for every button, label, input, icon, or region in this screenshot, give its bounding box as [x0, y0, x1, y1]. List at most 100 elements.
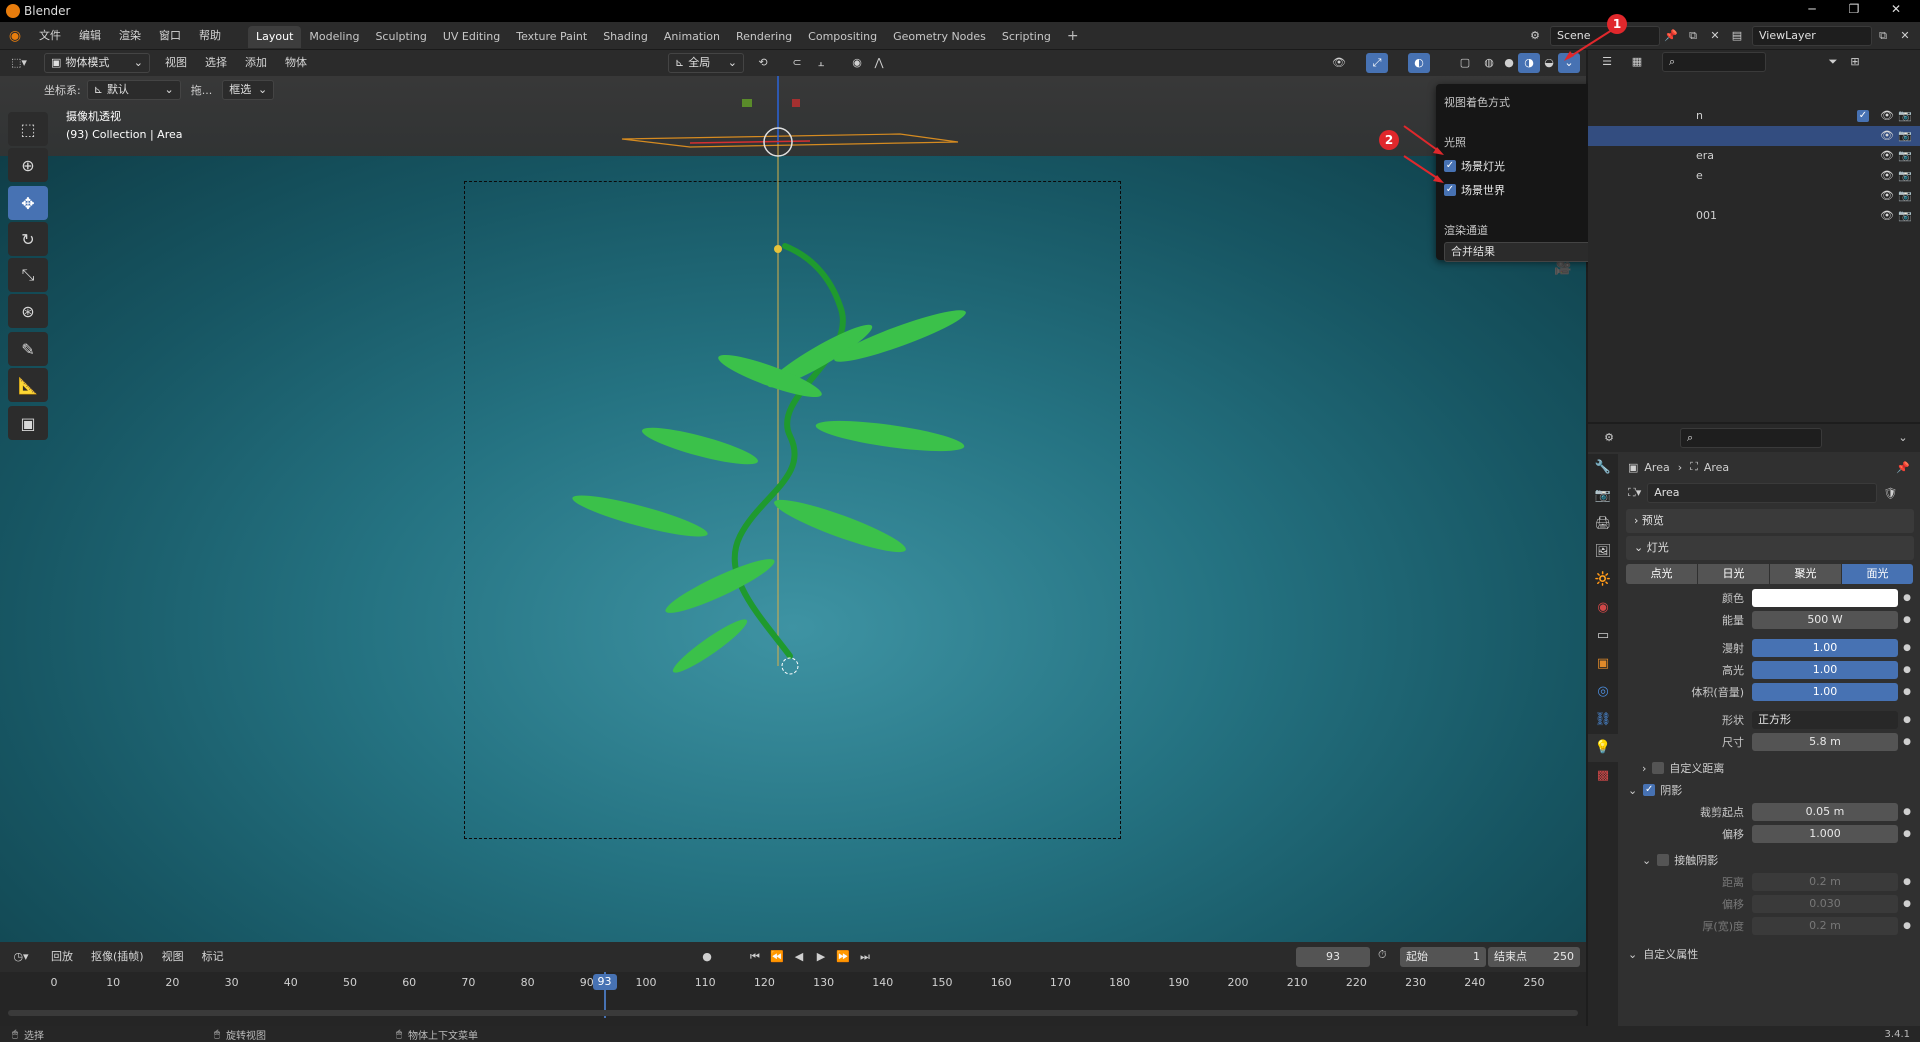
next-keyframe-icon[interactable]: ⏩ — [832, 947, 854, 967]
overlay-icon[interactable]: ◐ — [1408, 53, 1430, 73]
workspace-tab[interactable]: Modeling — [301, 26, 367, 48]
workspace-tab[interactable]: Geometry Nodes — [885, 26, 994, 48]
constraints-tab-icon[interactable]: ⛓ — [1588, 706, 1618, 734]
playhead[interactable]: 93 — [592, 974, 617, 990]
menu-item[interactable]: 文件 — [30, 22, 70, 50]
filter-icon[interactable]: ⏷ — [1822, 52, 1844, 72]
scene-tab-icon[interactable]: 🔆 — [1588, 566, 1618, 594]
restore-icon[interactable]: ❐ — [1834, 2, 1874, 20]
workspace-tab[interactable]: Rendering — [728, 26, 800, 48]
eye-icon[interactable]: 👁 — [1880, 186, 1894, 206]
viewport-menu-item[interactable]: 物体 — [276, 50, 316, 76]
minimize-icon[interactable]: ─ — [1792, 2, 1832, 20]
eye-icon[interactable]: 👁 — [1880, 206, 1894, 226]
prev-keyframe-icon[interactable]: ⏪ — [766, 947, 788, 967]
custom-distance-subpanel[interactable]: › 自定义距离 — [1620, 757, 1920, 779]
texture-tab-icon[interactable]: ▩ — [1588, 762, 1618, 790]
light-type-option[interactable]: 聚光 — [1770, 564, 1841, 584]
marker-menu[interactable]: 标记 — [193, 943, 233, 971]
timeline-view-menu[interactable]: 视图 — [153, 943, 193, 971]
workspace-tab[interactable]: Layout — [248, 26, 302, 48]
thickness-field[interactable]: 0.2 m — [1752, 917, 1898, 935]
mode-selector[interactable]: ▣ 物体模式 ⌄ — [44, 53, 150, 73]
eye-icon[interactable]: 👁 — [1880, 166, 1894, 186]
keying-menu[interactable]: 抠像(插帧) — [82, 943, 153, 971]
eye-icon[interactable]: 👁 — [1880, 126, 1894, 146]
eye-icon[interactable]: 👁 — [1880, 106, 1894, 126]
contact-shadow-subpanel[interactable]: ⌄ 接触阴影 — [1620, 849, 1920, 871]
viewport-menu-item[interactable]: 视图 — [156, 50, 196, 76]
workspace-tab[interactable]: Compositing — [800, 26, 885, 48]
view-layer-tab-icon[interactable]: 🖼 — [1588, 538, 1618, 566]
outliner-editor-icon[interactable]: ☰ — [1596, 52, 1618, 72]
play-reverse-icon[interactable]: ◀ — [788, 947, 810, 967]
workspace-tab[interactable]: UV Editing — [435, 26, 508, 48]
workspace-tab[interactable]: Sculpting — [367, 26, 434, 48]
exclude-checkbox[interactable]: ✓ — [1857, 110, 1869, 122]
solid-shading-icon[interactable]: ● — [1498, 53, 1520, 73]
editor-type-icon[interactable]: ⬚▾ — [8, 53, 30, 73]
render-visibility-icon[interactable]: 📷 — [1898, 146, 1912, 166]
workspace-tab[interactable]: Animation — [656, 26, 728, 48]
menu-item[interactable]: 编辑 — [70, 22, 110, 50]
proportional-edit-icon[interactable]: ◉ — [846, 53, 868, 73]
pin-icon[interactable]: 📌 — [1896, 461, 1910, 474]
wireframe-shading-icon[interactable]: ◍ — [1478, 53, 1500, 73]
preview-section-header[interactable]: › 预览 — [1626, 509, 1914, 533]
light-section-header[interactable]: ⌄ 灯光 — [1626, 536, 1914, 560]
rendered-shading-icon[interactable]: ◒ — [1538, 53, 1560, 73]
menu-item[interactable]: 渲染 — [110, 22, 150, 50]
playback-menu[interactable]: 回放 — [42, 943, 82, 971]
snap-target-icon[interactable]: ⫠ — [810, 53, 832, 73]
bias-field[interactable]: 1.000 — [1752, 825, 1898, 843]
viewlayer-icon[interactable]: ▤ — [1726, 26, 1748, 46]
new-collection-icon[interactable]: ⊞ — [1844, 52, 1866, 72]
collection-tab-icon[interactable]: ▭ — [1588, 622, 1618, 650]
render-visibility-icon[interactable]: 📷 — [1898, 106, 1912, 126]
jump-end-icon[interactable]: ⏭ — [854, 947, 876, 967]
checkmark-icon[interactable]: ✓ — [1643, 784, 1656, 796]
gizmo-icon[interactable]: ⤢ — [1366, 53, 1388, 73]
copy-viewlayer-icon[interactable]: ⧉ — [1872, 26, 1894, 46]
pin-icon[interactable]: 📌 — [1660, 26, 1682, 46]
diffuse-field[interactable]: 1.00 — [1752, 639, 1898, 657]
light-type-option[interactable]: 点光 — [1626, 564, 1697, 584]
outliner-row[interactable]: era 👁 📷 — [1588, 146, 1920, 166]
pivot-icon[interactable]: ⟲ — [752, 53, 774, 73]
properties-search-input[interactable]: ⌕ — [1680, 428, 1822, 448]
render-visibility-icon[interactable]: 📷 — [1898, 206, 1912, 226]
render-visibility-icon[interactable]: 📷 — [1898, 186, 1912, 206]
xray-icon[interactable]: ▢ — [1454, 53, 1476, 73]
3d-viewport[interactable]: 坐标系: ⊾ 默认 ⌄ 拖... 框选 ⌄ 摄像机透视 (93) Collect… — [0, 76, 1586, 942]
menu-item[interactable]: 窗口 — [150, 22, 190, 50]
jump-start-icon[interactable]: ⏮ — [744, 947, 766, 967]
remove-scene-icon[interactable]: ✕ — [1704, 26, 1726, 46]
datablock-name-field[interactable]: Area — [1647, 483, 1878, 503]
visibility-icon[interactable]: 👁 — [1328, 53, 1350, 73]
scene-icon[interactable]: ⚙ — [1524, 26, 1546, 46]
auto-keying-icon[interactable]: ● — [696, 947, 718, 967]
menu-item[interactable]: 帮助 — [190, 22, 230, 50]
size-field[interactable]: 5.8 m — [1752, 733, 1898, 751]
snap-icon[interactable]: ⊂ — [786, 53, 808, 73]
checkbox-icon[interactable] — [1652, 762, 1665, 774]
render-visibility-icon[interactable]: 📷 — [1898, 166, 1912, 186]
close-icon[interactable]: ✕ — [1876, 2, 1916, 20]
camera-view-icon[interactable]: 🎥 — [1554, 260, 1571, 276]
end-frame-field[interactable]: 结束点 250 — [1488, 947, 1580, 967]
outliner-row[interactable]: n ✓ 👁 📷 — [1588, 106, 1920, 126]
display-mode-icon[interactable]: ▦ — [1626, 52, 1648, 72]
world-tab-icon[interactable]: ◉ — [1588, 594, 1618, 622]
light-type-option[interactable]: 日光 — [1698, 564, 1769, 584]
properties-editor-icon[interactable]: ⚙ — [1598, 428, 1620, 448]
timeline-scrollbar[interactable] — [8, 1010, 1578, 1016]
output-tab-icon[interactable]: 🖨 — [1588, 510, 1618, 538]
volume-field[interactable]: 1.00 — [1752, 683, 1898, 701]
checkbox-icon[interactable] — [1657, 854, 1670, 866]
workspace-tab[interactable]: Shading — [595, 26, 656, 48]
viewport-menu-item[interactable]: 选择 — [196, 50, 236, 76]
physics-tab-icon[interactable]: ◎ — [1588, 678, 1618, 706]
viewport-menu-item[interactable]: 添加 — [236, 50, 276, 76]
outliner-search-input[interactable]: ⌕ — [1662, 52, 1766, 72]
light-data-tab-icon[interactable]: 💡 — [1588, 734, 1618, 762]
